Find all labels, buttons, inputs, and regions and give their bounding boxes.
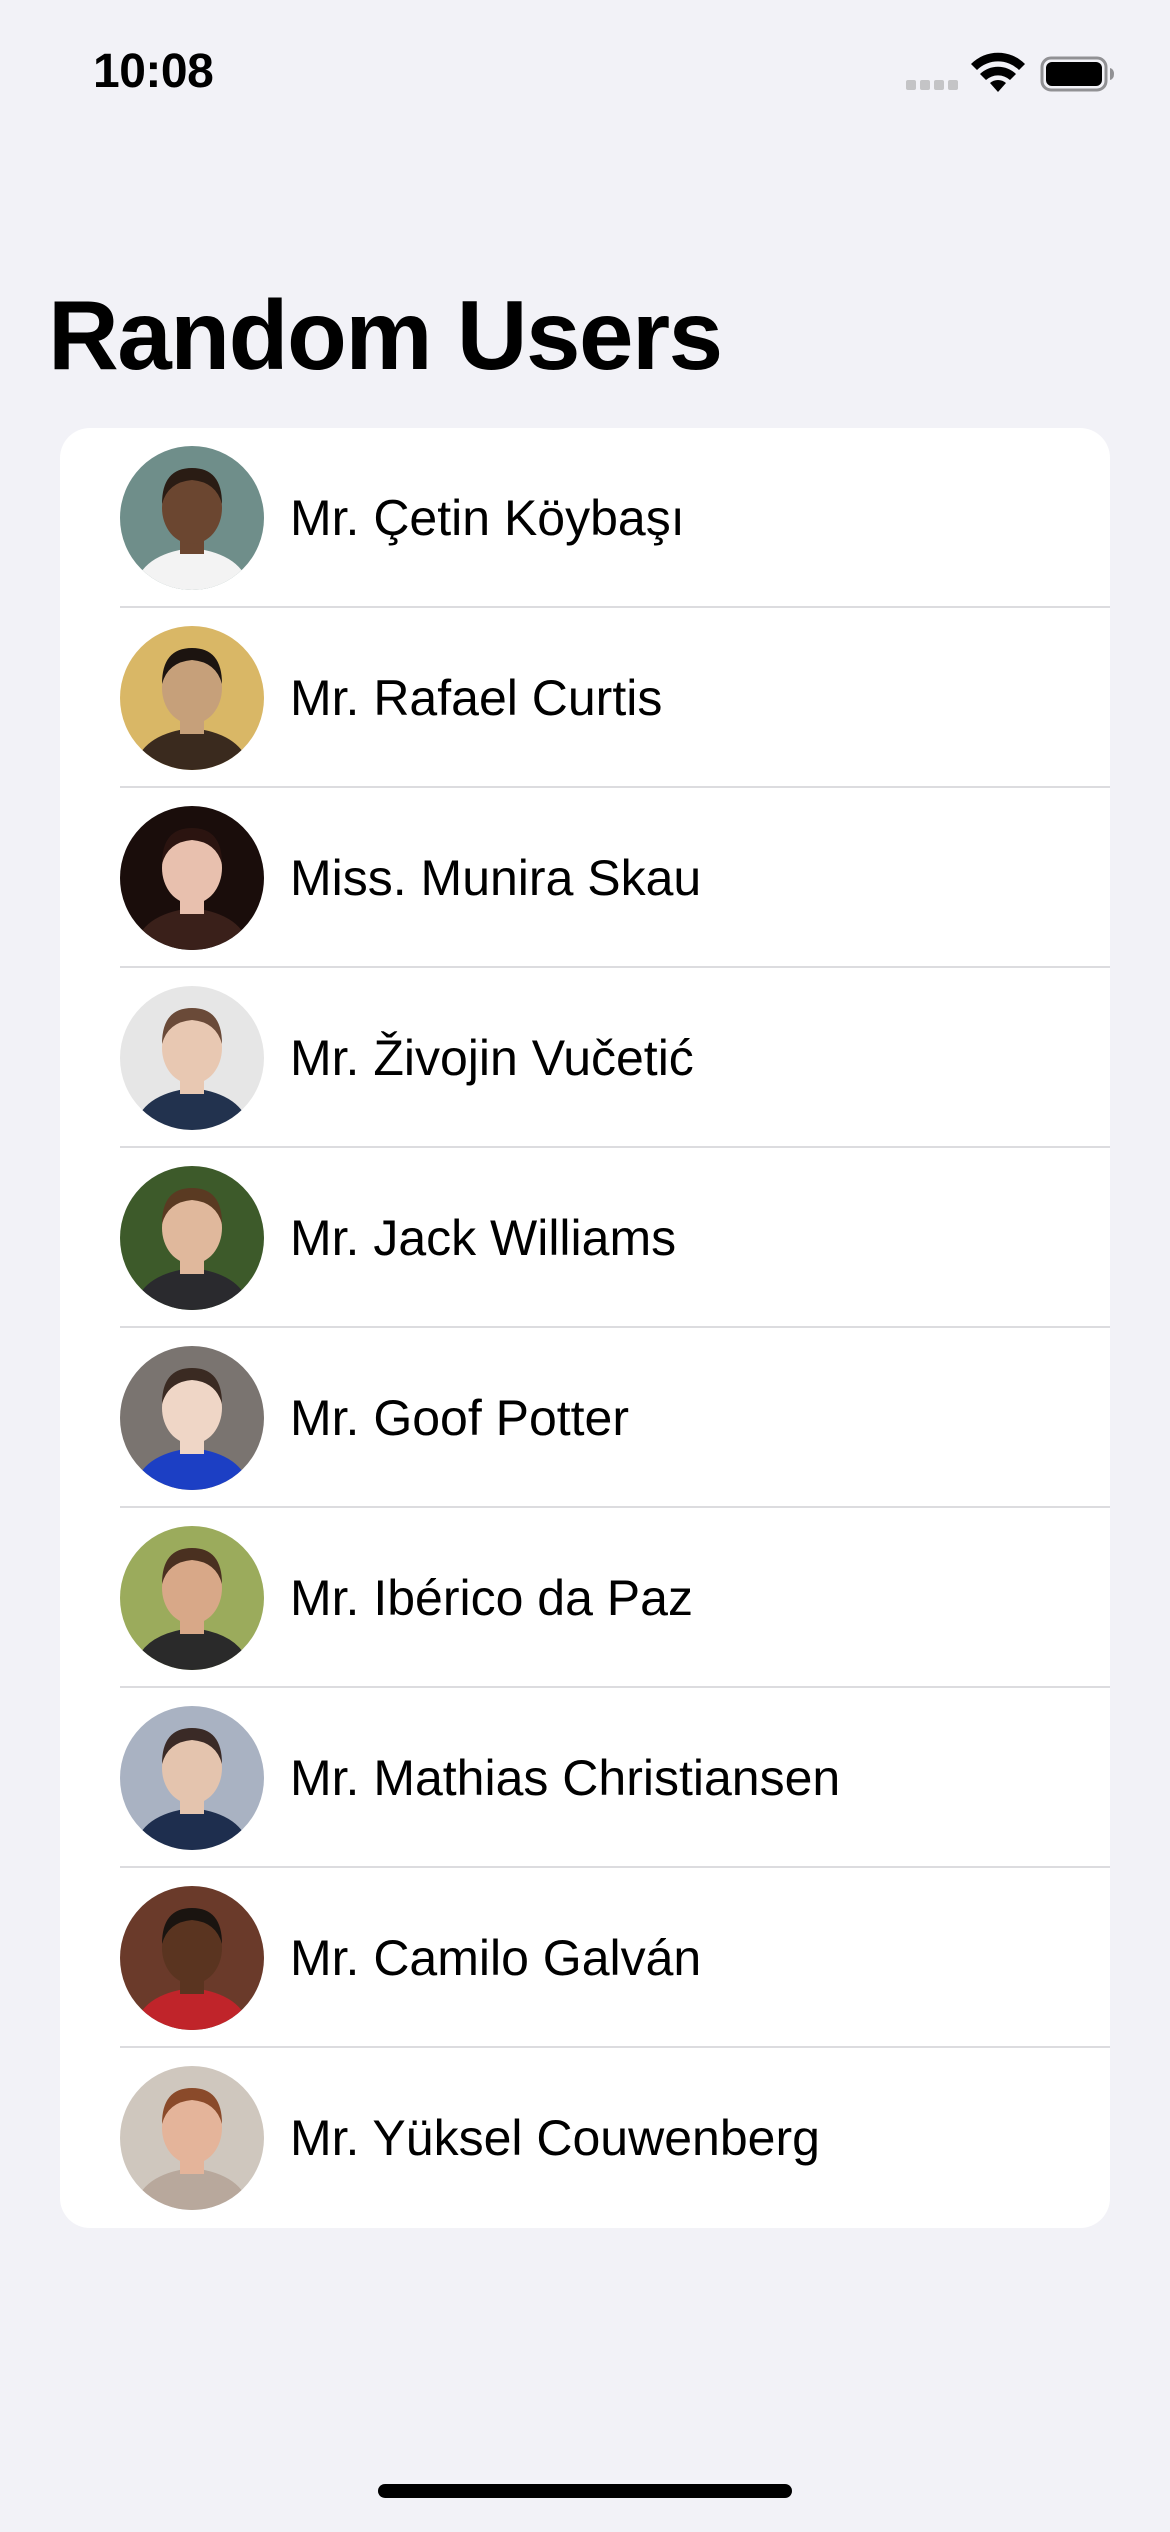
avatar	[120, 1346, 264, 1490]
avatar	[120, 1526, 264, 1670]
list-item[interactable]: Miss. Munira Skau	[60, 788, 1110, 968]
person-avatar	[120, 806, 264, 950]
status-bar: 10:08	[0, 0, 1170, 150]
user-name: Mr. Goof Potter	[290, 1390, 630, 1446]
avatar	[120, 1706, 264, 1850]
user-list: Mr. Çetin Köybaşı Mr. Rafael Curtis Miss. …	[60, 428, 1110, 2228]
person-avatar	[120, 1886, 264, 2030]
person-avatar	[120, 986, 264, 1130]
avatar	[120, 986, 264, 1130]
person-avatar	[120, 2066, 264, 2210]
user-name: Mr. Ibérico da Paz	[290, 1570, 693, 1626]
user-name: Mr. Mathias Christiansen	[290, 1750, 841, 1806]
person-avatar	[120, 1706, 264, 1850]
avatar	[120, 806, 264, 950]
list-item[interactable]: Mr. Rafael Curtis	[60, 608, 1110, 788]
cellular-signal-icon	[906, 80, 958, 92]
list-item[interactable]: Mr. Yüksel Couwenberg	[60, 2048, 1110, 2228]
user-name: Miss. Munira Skau	[290, 850, 702, 906]
app-screen: 10:08 Random Users Mr. Çetin Köybaşı Mr. …	[0, 0, 1170, 2532]
user-name: Mr. Jack Williams	[290, 1210, 677, 1266]
person-avatar	[120, 1166, 264, 1310]
person-avatar	[120, 1346, 264, 1490]
user-name: Mr. Camilo Galván	[290, 1930, 702, 1986]
person-avatar	[120, 1526, 264, 1670]
avatar	[120, 2066, 264, 2210]
wifi-icon	[971, 52, 1025, 92]
avatar	[120, 446, 264, 590]
status-time: 10:08	[93, 45, 214, 98]
list-item[interactable]: Mr. Jack Williams	[60, 1148, 1110, 1328]
battery-icon	[1040, 56, 1114, 92]
person-avatar	[120, 626, 264, 770]
list-item[interactable]: Mr. Živojin Vučetić	[60, 968, 1110, 1148]
avatar	[120, 1166, 264, 1310]
person-avatar	[120, 446, 264, 590]
avatar	[120, 1886, 264, 2030]
home-indicator[interactable]	[378, 2484, 792, 2498]
list-item[interactable]: Mr. Mathias Christiansen	[60, 1688, 1110, 1868]
avatar	[120, 626, 264, 770]
user-name: Mr. Yüksel Couwenberg	[290, 2110, 820, 2166]
list-item[interactable]: Mr. Ibérico da Paz	[60, 1508, 1110, 1688]
user-name: Mr. Çetin Köybaşı	[290, 490, 685, 546]
list-item[interactable]: Mr. Camilo Galván	[60, 1868, 1110, 2048]
list-item[interactable]: Mr. Goof Potter	[60, 1328, 1110, 1508]
page-title: Random Users	[48, 280, 723, 390]
user-name: Mr. Živojin Vučetić	[290, 1030, 694, 1086]
user-name: Mr. Rafael Curtis	[290, 670, 663, 726]
list-item[interactable]: Mr. Çetin Köybaşı	[60, 428, 1110, 608]
